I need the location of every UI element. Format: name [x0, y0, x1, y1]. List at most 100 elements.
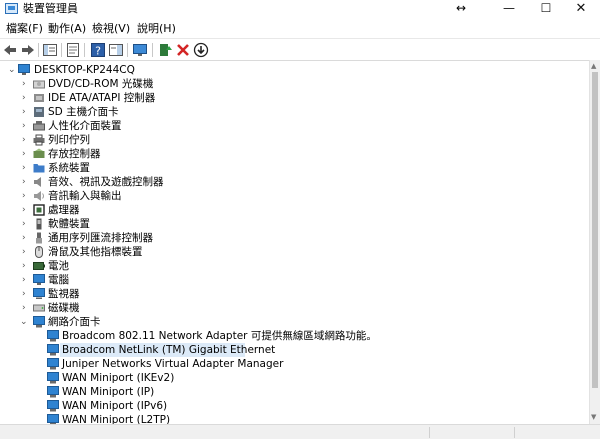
tree-category[interactable]: › 音訊輸入與輸出: [0, 189, 589, 203]
monitor-icon[interactable]: [132, 42, 148, 58]
category-label: DVD/CD-ROM 光碟機: [48, 78, 154, 90]
tree-category[interactable]: › 音效、視訊及遊戲控制器: [0, 175, 589, 189]
expand-chevron-icon[interactable]: ›: [22, 273, 26, 287]
expand-chevron-icon[interactable]: ›: [22, 259, 26, 273]
network-adapter-item[interactable]: WAN Miniport (IP): [0, 385, 589, 399]
menu-file[interactable]: 檔案(F): [6, 22, 43, 36]
back-arrow-icon[interactable]: [2, 42, 18, 58]
root-label: DESKTOP-KP244CQ: [34, 64, 135, 76]
menu-view[interactable]: 檢視(V): [92, 22, 130, 36]
collapse-chevron-icon[interactable]: ⌄: [8, 63, 16, 77]
disable-device-icon[interactable]: [193, 42, 209, 58]
expand-chevron-icon[interactable]: ›: [22, 147, 26, 161]
network-adapter-item[interactable]: Broadcom 802.11 Network Adapter 可提供無線區域網…: [0, 329, 589, 343]
expand-chevron-icon[interactable]: ›: [22, 175, 26, 189]
category-label: 處理器: [48, 204, 80, 216]
disk-drive-icon: [33, 304, 45, 312]
tree-category[interactable]: › IDE ATA/ATAPI 控制器: [0, 91, 589, 105]
tree-category-network[interactable]: ⌄ 網路介面卡: [0, 315, 589, 329]
collapse-chevron-icon[interactable]: ⌄: [20, 315, 28, 329]
expand-chevron-icon[interactable]: ›: [22, 301, 26, 315]
tree-category[interactable]: › 軟體裝置: [0, 217, 589, 231]
network-adapter-item[interactable]: Juniper Networks Virtual Adapter Manager: [0, 357, 589, 371]
expand-chevron-icon[interactable]: ›: [22, 245, 26, 259]
network-adapter-icon: [47, 372, 59, 384]
device-label: Broadcom NetLink (TM) Gigabit Ethernet: [62, 344, 276, 356]
mouse-icon: [35, 246, 43, 258]
device-manager-app-icon: [5, 3, 18, 14]
tree-root[interactable]: ⌄ DESKTOP-KP244CQ: [0, 63, 589, 77]
expand-chevron-icon[interactable]: ›: [22, 133, 26, 147]
device-label: WAN Miniport (L2TP): [62, 414, 171, 424]
category-label: 網路介面卡: [48, 316, 101, 328]
tree-category[interactable]: › 磁碟機: [0, 301, 589, 315]
expand-chevron-icon[interactable]: ›: [22, 287, 26, 301]
scroll-up-arrow-icon[interactable]: ▲: [591, 61, 596, 71]
category-label: SD 主機介面卡: [48, 106, 119, 118]
expand-chevron-icon[interactable]: ›: [22, 231, 26, 245]
tree-category[interactable]: › DVD/CD-ROM 光碟機: [0, 77, 589, 91]
device-label: WAN Miniport (IP): [62, 386, 155, 398]
sd-card-icon: [34, 107, 44, 117]
properties-icon[interactable]: [65, 42, 81, 58]
printer-icon: [33, 134, 45, 146]
expand-chevron-icon[interactable]: ›: [22, 77, 26, 91]
category-label: 電池: [48, 260, 69, 272]
network-adapter-icon: [47, 386, 59, 398]
computer-icon: [18, 64, 30, 75]
category-label: 磁碟機: [48, 302, 80, 314]
category-label: 存放控制器: [48, 148, 101, 160]
category-label: 軟體裝置: [48, 218, 90, 230]
network-adapter-item[interactable]: WAN Miniport (IKEv2): [0, 371, 589, 385]
maximize-button[interactable]: ☐: [528, 0, 564, 18]
network-adapter-item[interactable]: WAN Miniport (IPv6): [0, 399, 589, 413]
menu-action[interactable]: 動作(A): [48, 22, 86, 36]
expand-chevron-icon[interactable]: ›: [22, 105, 26, 119]
ide-controller-icon: [34, 94, 44, 102]
tree-category[interactable]: › 監視器: [0, 287, 589, 301]
help-icon[interactable]: ?: [90, 42, 106, 58]
update-driver-icon[interactable]: [157, 42, 173, 58]
forward-arrow-icon[interactable]: [20, 42, 36, 58]
network-adapter-icon: [47, 344, 59, 356]
expand-chevron-icon[interactable]: ›: [22, 161, 26, 175]
category-label: 音效、視訊及遊戲控制器: [48, 176, 164, 188]
tree-category[interactable]: › 電池: [0, 259, 589, 273]
network-adapter-item-selected[interactable]: Broadcom NetLink (TM) Gigabit Ethernet: [0, 343, 589, 357]
tree-category[interactable]: › 存放控制器: [0, 147, 589, 161]
category-label: 電腦: [48, 274, 69, 286]
device-tree: ⌄ DESKTOP-KP244CQ › DVD/CD-ROM 光碟機 › IDE…: [0, 60, 589, 424]
menu-help[interactable]: 說明(H): [137, 22, 176, 36]
tree-category[interactable]: › 電腦: [0, 273, 589, 287]
vertical-scrollbar[interactable]: ▲ ▼: [589, 60, 600, 424]
tree-category[interactable]: › 系統裝置: [0, 161, 589, 175]
show-hide-tree-icon[interactable]: [42, 42, 58, 58]
action-pane-icon[interactable]: [108, 42, 124, 58]
storage-controller-icon: [33, 148, 45, 158]
uninstall-icon[interactable]: [175, 42, 191, 58]
network-adapter-icon: [47, 358, 59, 370]
battery-icon: [33, 262, 45, 270]
scroll-down-arrow-icon[interactable]: ▼: [591, 412, 596, 422]
scroll-thumb[interactable]: [592, 72, 598, 388]
minimize-button[interactable]: —: [491, 0, 527, 18]
network-adapter-item[interactable]: WAN Miniport (L2TP): [0, 413, 589, 424]
network-adapter-icon: [47, 400, 59, 412]
expand-chevron-icon[interactable]: ›: [22, 119, 26, 133]
tree-category[interactable]: › 列印佇列: [0, 133, 589, 147]
tree-category[interactable]: › 滑鼠及其他指標裝置: [0, 245, 589, 259]
tree-category[interactable]: › 人性化介面裝置: [0, 119, 589, 133]
tree-category[interactable]: › SD 主機介面卡: [0, 105, 589, 119]
tree-category[interactable]: › 處理器: [0, 203, 589, 217]
expand-chevron-icon[interactable]: ›: [22, 91, 26, 105]
category-label: 系統裝置: [48, 162, 90, 174]
expand-chevron-icon[interactable]: ›: [22, 203, 26, 217]
computer-icon: [33, 274, 45, 285]
network-adapter-icon: [33, 316, 45, 328]
category-label: 人性化介面裝置: [48, 120, 122, 132]
close-button[interactable]: ✕: [563, 0, 599, 18]
speaker-icon: [34, 177, 41, 187]
expand-chevron-icon[interactable]: ›: [22, 189, 26, 203]
expand-chevron-icon[interactable]: ›: [22, 217, 26, 231]
tree-category[interactable]: › 通用序列匯流排控制器: [0, 231, 589, 245]
